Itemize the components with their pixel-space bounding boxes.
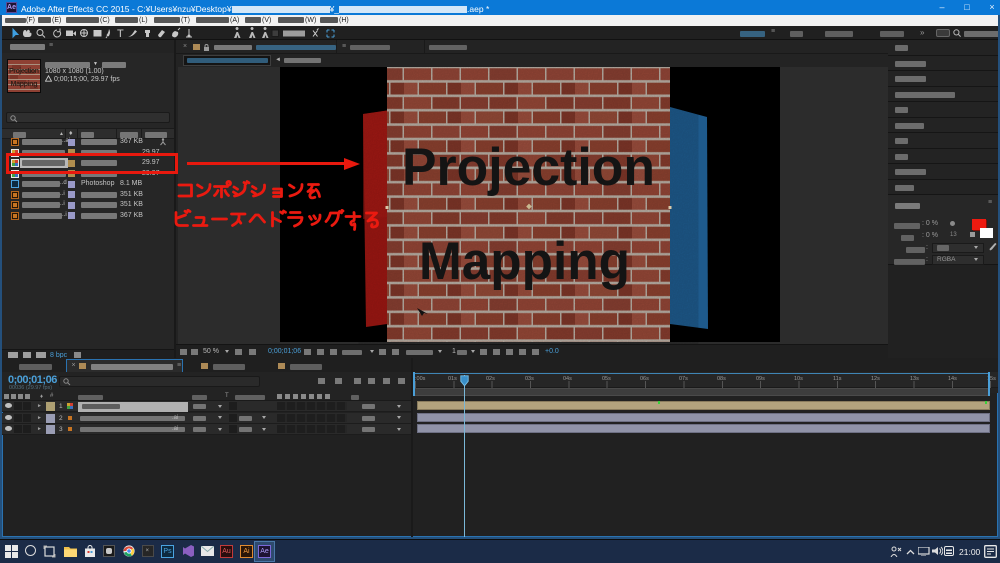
svg-text:Mapping: Mapping bbox=[11, 79, 38, 88]
svg-text:Projection: Projection bbox=[402, 138, 655, 197]
svg-text:T: T bbox=[117, 28, 124, 40]
svg-text:Mapping: Mapping bbox=[419, 232, 630, 291]
svg-text:Projection: Projection bbox=[9, 66, 39, 75]
